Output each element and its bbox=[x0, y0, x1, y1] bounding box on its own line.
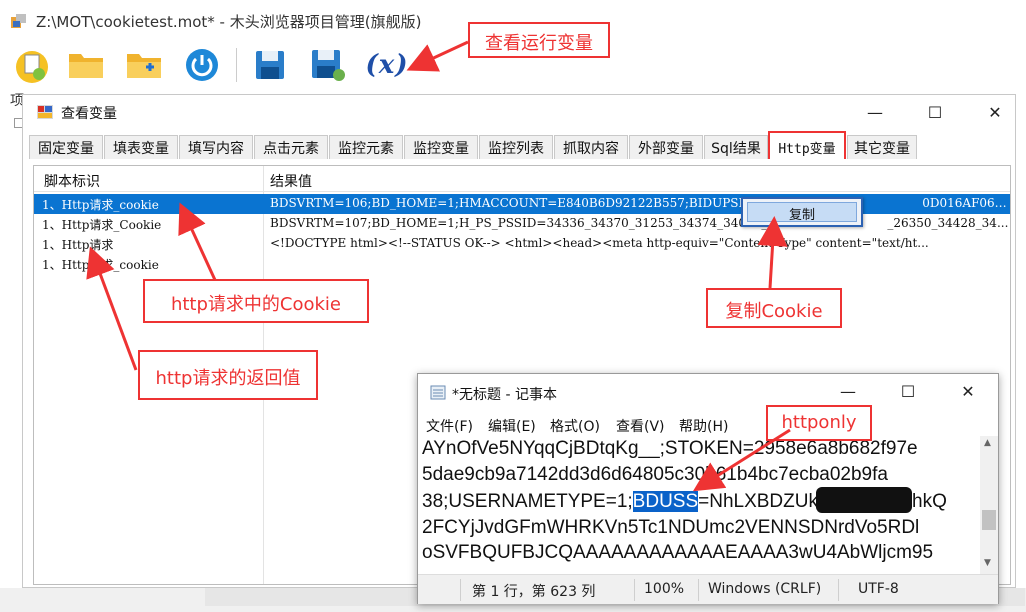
view-variables-button[interactable]: (x) bbox=[362, 44, 412, 86]
selected-text: BDUSS bbox=[632, 491, 699, 512]
scroll-down-icon[interactable]: ▼ bbox=[984, 558, 991, 568]
dialog-title: 查看变量 bbox=[61, 106, 117, 122]
project-panel-edge: 项 bbox=[0, 90, 24, 612]
notepad-title: *无标题 - 记事本 bbox=[452, 387, 557, 403]
notepad-close-button[interactable]: ✕ bbox=[948, 378, 988, 404]
table-row[interactable]: 1、Http请求 <!DOCTYPE html><!--STATUS OK-->… bbox=[34, 234, 1010, 254]
tab-other-vars[interactable]: 其它变量 bbox=[847, 135, 917, 159]
variable-tabs: 固定变量 填表变量 填写内容 点击元素 监控元素 监控变量 监控列表 抓取内容 … bbox=[29, 131, 1009, 159]
new-project-icon bbox=[16, 51, 48, 83]
column-header-script-id[interactable]: 脚本标识 bbox=[44, 171, 100, 191]
new-project-button[interactable] bbox=[10, 44, 54, 86]
callout-cookie: http请求中的Cookie bbox=[143, 279, 369, 323]
notepad-title-bar: *无标题 - 记事本 — ☐ ✕ bbox=[418, 374, 998, 408]
dialog-icon bbox=[37, 105, 53, 119]
notepad-icon bbox=[430, 385, 446, 400]
grid-header: 脚本标识 结果值 bbox=[34, 166, 1010, 192]
notepad-menu-bar: 文件(F) 编辑(E) 格式(O) 查看(V) 帮助(H) bbox=[418, 413, 998, 437]
callout-return-value: http请求的返回值 bbox=[138, 350, 318, 400]
notepad-vertical-scrollbar[interactable]: ▲ ▼ bbox=[980, 436, 998, 574]
tab-form-vars[interactable]: 填表变量 bbox=[104, 135, 178, 159]
text-line: oSVFBQUFBJCQAAAAAAAAAAAAEAAAA3wU4AbWljcm… bbox=[422, 542, 934, 563]
context-menu: 复制 bbox=[741, 197, 863, 227]
menu-view[interactable]: 查看(V) bbox=[616, 416, 665, 436]
tab-fixed-vars[interactable]: 固定变量 bbox=[29, 135, 103, 159]
maximize-button[interactable]: ☐ bbox=[915, 99, 955, 125]
save-as-icon bbox=[312, 50, 345, 81]
menu-edit[interactable]: 编辑(E) bbox=[488, 416, 536, 436]
notepad-maximize-button[interactable]: ☐ bbox=[888, 378, 928, 404]
tab-monitor-element[interactable]: 监控元素 bbox=[329, 135, 403, 159]
row-result-value: <!DOCTYPE html><!--STATUS OK--> <html><h… bbox=[270, 236, 929, 250]
table-row[interactable]: 1、Http请求_cookie bbox=[34, 254, 1010, 274]
dialog-title-bar: 查看变量 — ☐ ✕ bbox=[23, 95, 1015, 129]
add-folder-icon bbox=[127, 54, 161, 78]
callout-copy-cookie: 复制Cookie bbox=[706, 288, 842, 328]
cursor-position: 第 1 行，第 623 列 bbox=[472, 584, 596, 600]
menu-format[interactable]: 格式(O) bbox=[550, 416, 600, 436]
menu-file[interactable]: 文件(F) bbox=[426, 416, 473, 436]
window-title: Z:\MOT\cookietest.mot* - 木头浏览器项目管理(旗舰版) bbox=[36, 13, 422, 31]
notepad-minimize-button[interactable]: — bbox=[828, 378, 868, 404]
power-button[interactable] bbox=[180, 44, 224, 86]
callout-httponly: httponly bbox=[766, 405, 872, 441]
tab-external-vars[interactable]: 外部变量 bbox=[629, 135, 703, 159]
row-script-id: 1、Http请求_Cookie bbox=[42, 218, 162, 232]
toolbar-separator bbox=[236, 48, 237, 82]
save-button[interactable] bbox=[248, 44, 292, 86]
notepad-text-area[interactable]: AYnOfVe5NYqqCjBDtqKg__;STOKEN=2958e6a8b6… bbox=[422, 436, 978, 572]
encoding: UTF-8 bbox=[858, 581, 899, 597]
tab-fill-content[interactable]: 填写内容 bbox=[179, 135, 253, 159]
row-script-id: 1、Http请求_cookie bbox=[42, 198, 159, 212]
power-icon bbox=[186, 49, 218, 81]
redaction-mark bbox=[816, 487, 912, 513]
text-line: 5dae9cb9a7142dd3d6d64805c30b61b4bc7ecba0… bbox=[422, 463, 888, 485]
row-script-id: 1、Http请求 bbox=[42, 238, 114, 252]
tab-scrape-content[interactable]: 抓取内容 bbox=[554, 135, 628, 159]
text-line: 2FCYjJvdGFmWHRKVn5Tc1NDUmc2VENNSDNrdVo5R… bbox=[422, 516, 920, 538]
open-folder-icon bbox=[69, 54, 103, 78]
open-folder-button[interactable] bbox=[64, 44, 108, 86]
text-line: AYnOfVe5NYqqCjBDtqKg__;STOKEN=2958e6a8b6… bbox=[422, 438, 918, 459]
table-row[interactable]: 1、Http请求_cookie BDSVRTM=106;BD_HOME=1;HM… bbox=[34, 194, 1010, 214]
column-header-result[interactable]: 结果值 bbox=[270, 171, 312, 191]
text-line: 38;USERNAMETYPE=1;BDUSS=NhLXBDZUk hkQ bbox=[422, 487, 978, 515]
save-as-button[interactable] bbox=[306, 44, 350, 86]
save-icon bbox=[256, 51, 284, 79]
line-ending: Windows (CRLF) bbox=[708, 581, 822, 597]
tab-monitor-vars[interactable]: 监控变量 bbox=[404, 135, 478, 159]
close-button[interactable]: ✕ bbox=[975, 99, 1015, 125]
callout-view-variables: 查看运行变量 bbox=[468, 22, 610, 58]
table-row[interactable]: 1、Http请求_Cookie BDSVRTM=107;BD_HOME=1;H_… bbox=[34, 214, 1010, 234]
scroll-up-icon[interactable]: ▲ bbox=[984, 438, 991, 448]
row-script-id: 1、Http请求_cookie bbox=[42, 258, 159, 272]
tab-http-vars[interactable]: Http变量 bbox=[768, 131, 846, 159]
tab-monitor-list[interactable]: 监控列表 bbox=[479, 135, 553, 159]
notepad-window: *无标题 - 记事本 — ☐ ✕ 文件(F) 编辑(E) 格式(O) 查看(V)… bbox=[417, 373, 999, 604]
add-folder-button[interactable] bbox=[122, 44, 166, 86]
app-icon bbox=[11, 14, 26, 28]
minimize-button[interactable]: — bbox=[855, 99, 895, 125]
tab-sql-results[interactable]: Sql结果 bbox=[704, 135, 768, 159]
row-result-value: BDSVRTM=106;BD_HOME=1;HMACCOUNT=E840B6D9… bbox=[270, 196, 1010, 210]
tab-click-element[interactable]: 点击元素 bbox=[254, 135, 328, 159]
notepad-status-bar: 第 1 行，第 623 列 100% Windows (CRLF) UTF-8 bbox=[418, 574, 998, 604]
copy-menu-item[interactable]: 复制 bbox=[747, 202, 857, 223]
variable-icon: (x) bbox=[365, 50, 409, 80]
menu-help[interactable]: 帮助(H) bbox=[679, 416, 728, 436]
row-result-value: BDSVRTM=107;BD_HOME=1;H_PS_PSSID=34336_3… bbox=[270, 216, 1009, 230]
scroll-thumb[interactable] bbox=[982, 510, 996, 530]
zoom-level: 100% bbox=[644, 581, 685, 597]
